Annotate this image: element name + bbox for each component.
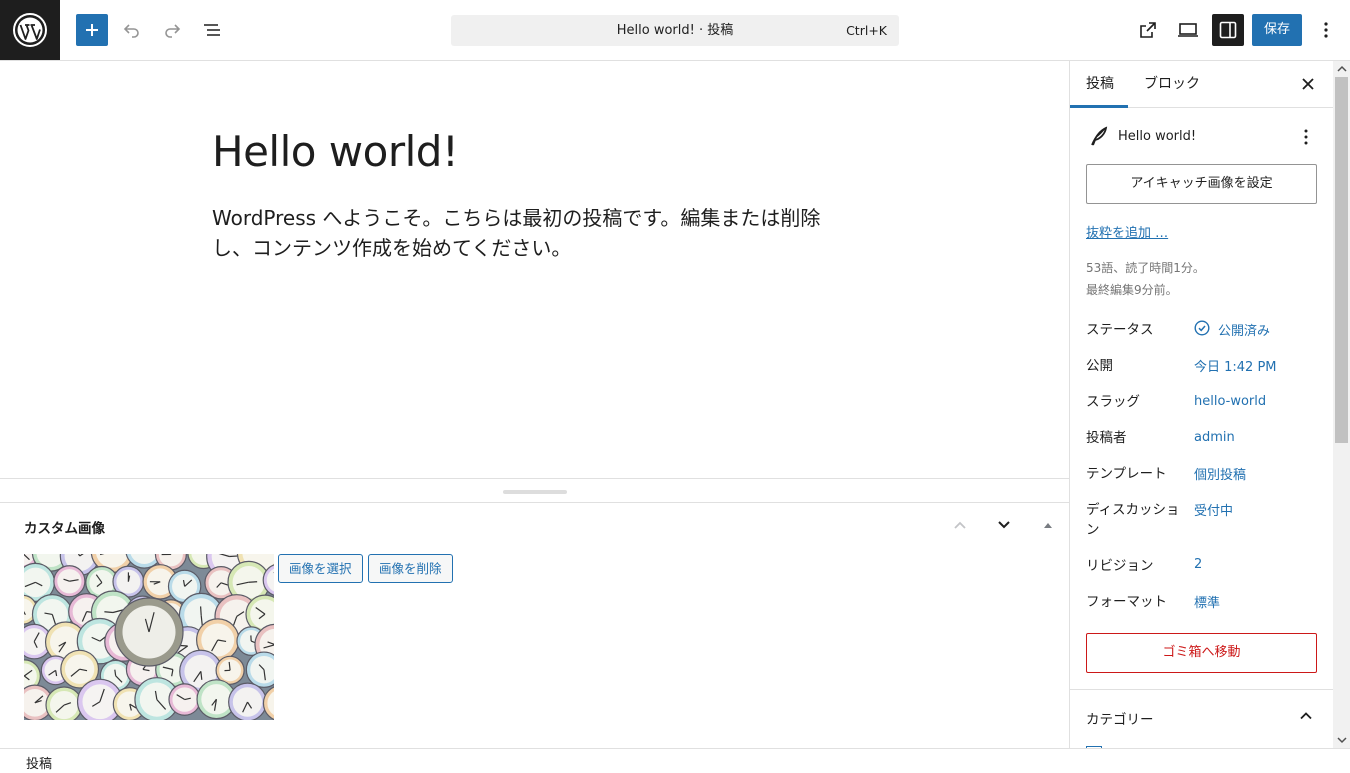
chevron-up-icon[interactable]	[1294, 704, 1318, 728]
author-value[interactable]: admin	[1194, 430, 1235, 445]
discussion-label: ディスカッション	[1086, 502, 1180, 538]
active-tab-indicator	[1070, 105, 1128, 108]
shortcut-hint: Ctrl+K	[846, 23, 887, 38]
move-down-icon[interactable]	[992, 513, 1016, 537]
last-edited: 最終編集9分前。	[1086, 283, 1178, 297]
publish-date-value[interactable]: 今日 1:42 PM	[1194, 356, 1277, 375]
save-button[interactable]: 保存	[1252, 14, 1302, 46]
custom-image-metabox: カスタム画像 画像を選択 画像を削除	[0, 503, 1069, 748]
settings-sidebar-icon[interactable]	[1212, 14, 1244, 46]
post-title[interactable]: Hello world!	[212, 127, 459, 176]
command-palette-button[interactable]: Hello world! · 投稿 Ctrl+K	[451, 15, 899, 46]
scroll-thumb[interactable]	[1335, 77, 1348, 443]
undo-icon[interactable]	[116, 14, 148, 46]
template-value[interactable]: 個別投稿	[1194, 464, 1246, 483]
revisions-label: リビジョン	[1086, 558, 1154, 574]
format-value[interactable]: 標準	[1194, 592, 1220, 611]
clock-illustration	[24, 554, 274, 720]
word-count: 53語、読了時間1分。	[1086, 261, 1205, 275]
category-panel-title[interactable]: カテゴリー	[1086, 708, 1154, 728]
slug-label: スラッグ	[1086, 394, 1140, 410]
paragraph-block[interactable]: WordPress へようこそ。こちらは最初の投稿です。編集または削除し、コンテ…	[212, 203, 852, 263]
slug-value[interactable]: hello-world	[1194, 394, 1266, 409]
close-icon[interactable]	[1296, 72, 1320, 96]
status-value[interactable]: 公開済み	[1218, 320, 1270, 339]
move-to-trash-button[interactable]: ゴミ箱へ移動	[1086, 633, 1317, 673]
resize-handle[interactable]	[503, 490, 567, 494]
discussion-value[interactable]: 受付中	[1194, 500, 1233, 519]
post-actions-icon[interactable]	[1294, 125, 1318, 149]
post-summary-title: Hello world!	[1118, 129, 1197, 144]
status-label: ステータス	[1086, 322, 1154, 338]
preview-device-icon[interactable]	[1172, 14, 1204, 46]
settings-sidebar: 投稿 ブロック Hello world! アイキャッチ画像を設定 抜粋を追加 ……	[1069, 61, 1333, 748]
revisions-value[interactable]: 2	[1194, 557, 1202, 572]
template-label: テンプレート	[1086, 466, 1167, 482]
editor-canvas[interactable]: Hello world! WordPress へようこそ。こちらは最初の投稿です…	[0, 61, 1069, 478]
add-excerpt-link[interactable]: 抜粋を追加 …	[1086, 222, 1168, 241]
collapse-metabox-icon[interactable]	[1036, 513, 1060, 537]
tab-post[interactable]: 投稿	[1086, 61, 1114, 108]
view-post-icon[interactable]	[1132, 14, 1164, 46]
category-panel: カテゴリー	[1070, 689, 1333, 748]
metabox-resize-bar[interactable]	[0, 478, 1069, 503]
clocks-image	[24, 554, 274, 720]
set-featured-image-button[interactable]: アイキャッチ画像を設定	[1086, 164, 1317, 204]
sidebar-scrollbar[interactable]	[1333, 61, 1350, 748]
redo-icon[interactable]	[156, 14, 188, 46]
options-menu-icon[interactable]	[1310, 14, 1342, 46]
wordpress-logo-icon[interactable]	[0, 0, 60, 60]
scroll-down-icon[interactable]	[1333, 732, 1350, 748]
quill-icon	[1088, 125, 1110, 147]
sidebar-tabs: 投稿 ブロック	[1070, 61, 1333, 108]
add-block-button[interactable]	[76, 14, 108, 46]
editor-header: Hello world! · 投稿 Ctrl+K 保存	[0, 0, 1350, 61]
category-checkbox[interactable]	[1086, 746, 1102, 748]
scroll-up-icon[interactable]	[1333, 61, 1350, 77]
publish-label: 公開	[1086, 358, 1113, 374]
format-label: フォーマット	[1086, 594, 1167, 610]
tab-block[interactable]: ブロック	[1144, 61, 1200, 108]
editor-footer: 投稿	[0, 748, 1350, 773]
document-title: Hello world! · 投稿	[616, 23, 734, 38]
move-up-icon[interactable]	[948, 513, 972, 537]
select-image-button[interactable]: 画像を選択	[278, 554, 363, 583]
document-overview-icon[interactable]	[196, 14, 228, 46]
block-breadcrumb[interactable]: 投稿	[26, 753, 52, 772]
published-check-icon	[1194, 320, 1210, 336]
remove-image-button[interactable]: 画像を削除	[368, 554, 453, 583]
author-label: 投稿者	[1086, 430, 1127, 446]
metabox-title: カスタム画像	[24, 521, 105, 537]
